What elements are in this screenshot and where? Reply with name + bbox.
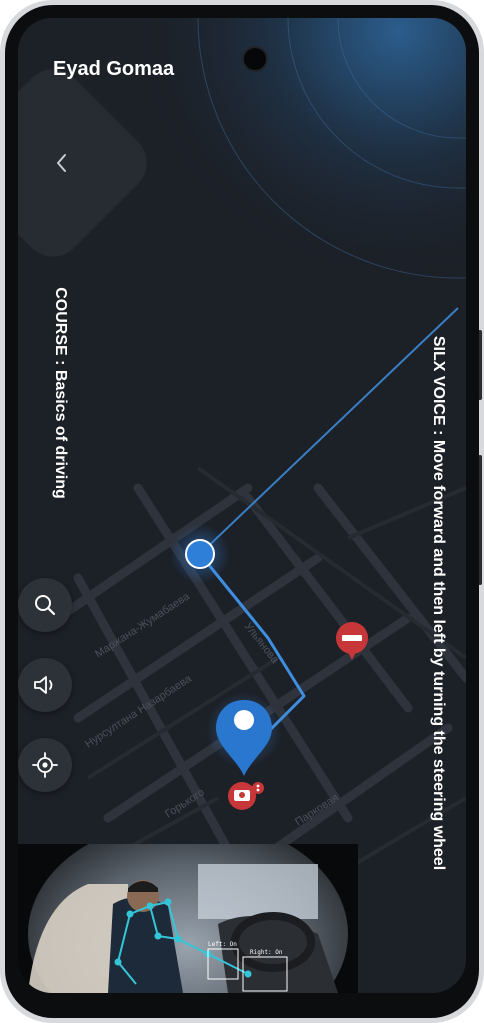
app-screen: Маржана-Жумабаева Нурсултана Назарбаева … [18, 18, 466, 993]
search-icon [35, 595, 56, 616]
search-button[interactable] [18, 578, 72, 632]
course-text: COURSE : Basics of driving [52, 287, 69, 499]
speaker-icon [34, 676, 53, 694]
front-camera [244, 48, 266, 70]
chevron-left-icon [57, 154, 66, 172]
back-button[interactable] [40, 138, 84, 188]
origin-marker [170, 524, 230, 584]
driver-camera-image [18, 844, 358, 993]
driver-camera-feed: Left: On Right: On [18, 844, 358, 993]
right-detection-label: Right: On [250, 949, 283, 956]
left-detection-label: Left: On [208, 941, 237, 948]
sound-button[interactable] [18, 658, 72, 712]
locate-button[interactable] [18, 738, 72, 792]
locate-icon [32, 752, 58, 778]
voice-instruction-text: SILX VOICE : Move forward and then left … [430, 335, 447, 871]
